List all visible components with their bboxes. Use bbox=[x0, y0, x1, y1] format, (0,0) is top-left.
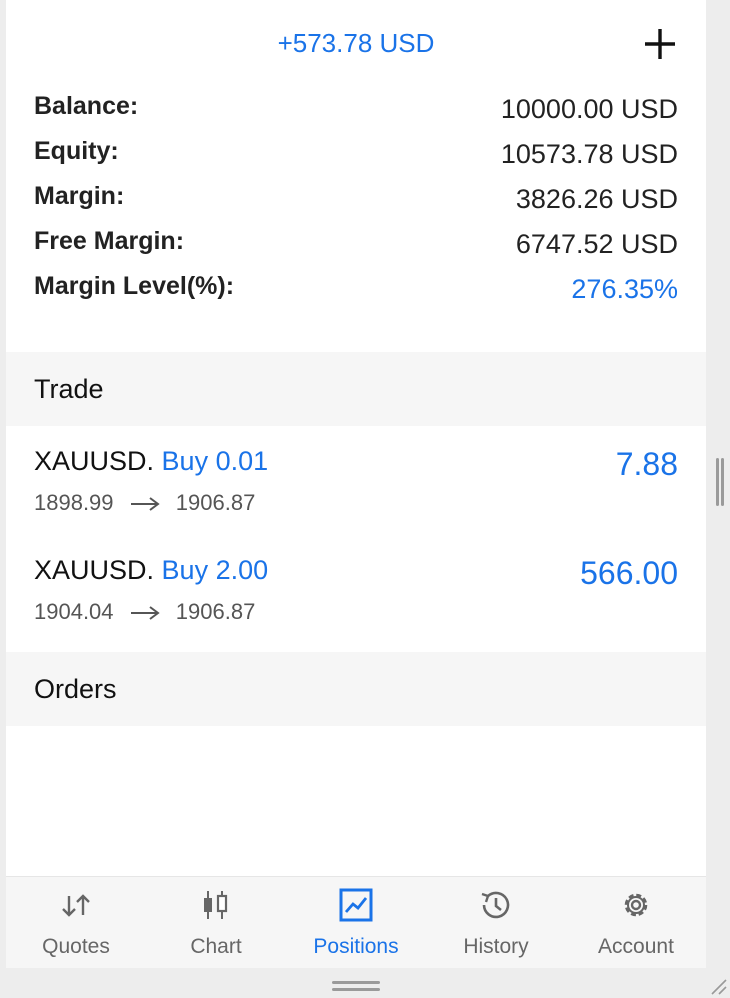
nav-label: Quotes bbox=[42, 935, 110, 958]
equity-label: Equity: bbox=[34, 137, 119, 165]
orders-section-header: Orders bbox=[6, 652, 706, 726]
trade-symbol-name: XAUUSD. bbox=[34, 446, 155, 476]
nav-label: Chart bbox=[190, 935, 242, 958]
margin-label: Margin: bbox=[34, 182, 125, 210]
add-order-button[interactable] bbox=[642, 26, 678, 62]
free-margin-value: 6747.52 USD bbox=[515, 229, 678, 259]
arrow-right-icon bbox=[130, 497, 160, 511]
gear-icon bbox=[624, 893, 648, 917]
bottom-nav: Quotes Chart Positions History Account bbox=[6, 876, 706, 968]
plus-icon bbox=[645, 29, 675, 59]
app-panel: +573.78 USD Balance: 10000.00 USD Equity… bbox=[6, 0, 706, 968]
free-margin-row: Free Margin: 6747.52 USD bbox=[34, 223, 678, 263]
header: +573.78 USD bbox=[6, 0, 706, 88]
floating-profit: +573.78 USD bbox=[277, 28, 435, 58]
current-price: 1906.87 bbox=[175, 599, 256, 624]
trade-row[interactable]: XAUUSD. Buy 0.01 1898.99 1906.87 7.88 bbox=[6, 428, 706, 536]
nav-account[interactable]: Account bbox=[566, 877, 706, 969]
nav-chart[interactable]: Chart bbox=[146, 877, 286, 969]
margin-row: Margin: 3826.26 USD bbox=[34, 178, 678, 218]
trade-prices: 1898.99 1906.87 bbox=[34, 490, 255, 516]
candlestick-chart-icon bbox=[204, 891, 228, 919]
margin-level-label: Margin Level(%): bbox=[34, 272, 235, 300]
margin-level-value: 276.35% bbox=[571, 274, 678, 304]
trade-action: Buy 2.00 bbox=[161, 555, 269, 585]
resize-grip-icon bbox=[711, 979, 727, 995]
bottom-drag-handle[interactable] bbox=[332, 980, 380, 994]
nav-history[interactable]: History bbox=[426, 877, 566, 969]
arrow-right-icon bbox=[130, 606, 160, 620]
equity-row: Equity: 10573.78 USD bbox=[34, 133, 678, 173]
trade-section-header: Trade bbox=[6, 352, 706, 426]
balance-value: 10000.00 USD bbox=[500, 94, 678, 124]
balance-label: Balance: bbox=[34, 92, 139, 120]
margin-level-row: Margin Level(%): 276.35% bbox=[34, 268, 678, 308]
resize-corner[interactable] bbox=[708, 976, 728, 996]
positions-trend-icon bbox=[339, 888, 373, 922]
quotes-arrows-icon bbox=[62, 894, 90, 917]
trade-profit: 7.88 bbox=[615, 446, 678, 482]
trade-row[interactable]: XAUUSD. Buy 2.00 1904.04 1906.87 566.00 bbox=[6, 537, 706, 645]
balance-row: Balance: 10000.00 USD bbox=[34, 88, 678, 128]
trade-section-title: Trade bbox=[34, 374, 104, 404]
open-price: 1904.04 bbox=[34, 599, 114, 624]
current-price: 1906.87 bbox=[175, 490, 256, 515]
margin-value: 3826.26 USD bbox=[515, 184, 678, 214]
trade-symbol: XAUUSD. Buy 2.00 bbox=[34, 555, 268, 586]
trade-profit: 566.00 bbox=[580, 555, 678, 591]
trade-action: Buy 0.01 bbox=[161, 446, 269, 476]
nav-quotes[interactable]: Quotes bbox=[6, 877, 146, 969]
trade-prices: 1904.04 1906.87 bbox=[34, 599, 255, 625]
equity-value: 10573.78 USD bbox=[500, 139, 678, 169]
open-price: 1898.99 bbox=[34, 490, 114, 515]
scroll-grip[interactable] bbox=[716, 458, 724, 506]
nav-label: Positions bbox=[313, 935, 399, 958]
trade-symbol: XAUUSD. Buy 0.01 bbox=[34, 446, 268, 477]
nav-label: History bbox=[463, 935, 529, 958]
orders-section-title: Orders bbox=[34, 674, 117, 704]
trade-symbol-name: XAUUSD. bbox=[34, 555, 155, 585]
history-clock-icon bbox=[481, 891, 510, 919]
free-margin-label: Free Margin: bbox=[34, 227, 185, 255]
nav-positions[interactable]: Positions bbox=[286, 877, 426, 969]
nav-label: Account bbox=[598, 935, 674, 958]
